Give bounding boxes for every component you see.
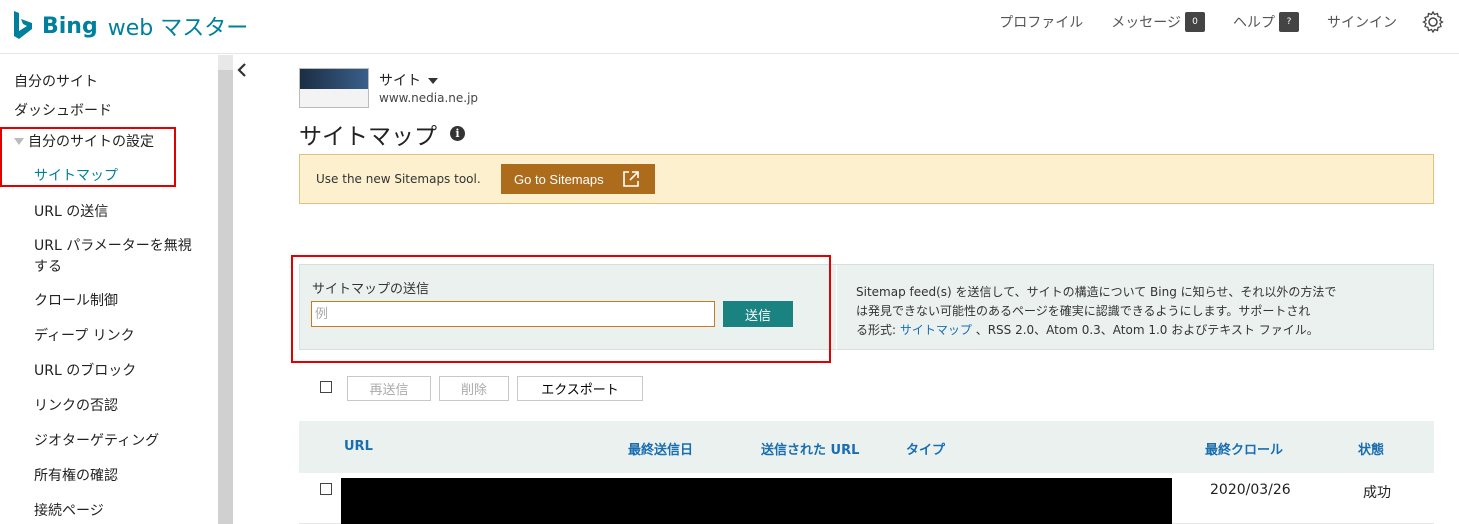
scrollbar-track-top[interactable] bbox=[218, 55, 233, 70]
column-last-submitted[interactable]: 最終送信日 bbox=[628, 439, 693, 458]
redacted-area bbox=[341, 478, 1172, 524]
nav-signin[interactable]: サインイン bbox=[1327, 12, 1397, 32]
delete-button[interactable]: 削除 bbox=[439, 376, 509, 401]
top-nav: プロファイル メッセージ 0 ヘルプ ? サインイン bbox=[971, 8, 1445, 36]
nav-profile[interactable]: プロファイル bbox=[999, 12, 1083, 32]
sidebar-item-crawl-control[interactable]: クロール制御 bbox=[34, 290, 118, 310]
top-header: Bing web マスター プロファイル メッセージ 0 ヘルプ ? サインイン bbox=[0, 0, 1459, 54]
sidebar-item-disavow-links[interactable]: リンクの否認 bbox=[34, 395, 118, 415]
brand-name: Bing bbox=[42, 13, 98, 39]
site-selector-label: サイト bbox=[379, 73, 421, 89]
nav-help-label: ヘルプ bbox=[1233, 15, 1275, 31]
table-row: 2020/03/26 成功 bbox=[299, 473, 1434, 524]
page-title: サイトマップ bbox=[299, 124, 437, 150]
sidebar-item-geo-targeting[interactable]: ジオターゲティング bbox=[34, 430, 159, 450]
panel-divider bbox=[836, 265, 837, 351]
messages-count-badge: 0 bbox=[1185, 12, 1205, 32]
export-button[interactable]: エクスポート bbox=[517, 376, 643, 401]
sidebar-scrollbar[interactable] bbox=[218, 55, 233, 524]
sidebar-item-ignore-url-params-cont[interactable]: する bbox=[34, 256, 62, 276]
row-checkbox[interactable] bbox=[320, 483, 332, 495]
column-status[interactable]: 状態 bbox=[1358, 439, 1384, 458]
row-last-crawl: 2020/03/26 bbox=[1210, 482, 1291, 498]
sidebar-item-deep-links[interactable]: ディープ リンク bbox=[34, 325, 135, 345]
submit-description-line-3-prefix: る形式: bbox=[856, 323, 900, 337]
gear-icon[interactable] bbox=[1421, 10, 1445, 34]
column-type[interactable]: タイプ bbox=[906, 439, 945, 458]
sidebar-item-ignore-url-params[interactable]: URL パラメーターを無視 bbox=[34, 235, 192, 255]
nav-help[interactable]: ヘルプ ? bbox=[1233, 12, 1299, 32]
sitemap-format-link[interactable]: サイトマップ bbox=[900, 323, 972, 337]
highlight-box-submit bbox=[291, 255, 831, 363]
row-status: 成功 bbox=[1363, 485, 1391, 501]
submit-description-line-2: は発見できない可能性のあるページを確実に認識できるようにします。サポートされ bbox=[856, 304, 1311, 318]
submit-description-line-1: Sitemap feed(s) を送信して、サイトの構造について Bing に知… bbox=[856, 285, 1337, 299]
nav-messages[interactable]: メッセージ 0 bbox=[1111, 12, 1205, 32]
caret-down-icon bbox=[428, 78, 439, 84]
product-name: web マスター bbox=[107, 16, 249, 41]
resend-button[interactable]: 再送信 bbox=[347, 376, 431, 401]
bing-logo[interactable]: Bing web マスター bbox=[12, 8, 248, 44]
external-link-icon bbox=[623, 171, 639, 187]
site-thumbnail bbox=[299, 68, 369, 108]
sidebar: 自分のサイト ダッシュボード 自分のサイトの設定 サイトマップ URL の送信 … bbox=[0, 55, 218, 524]
submit-description-line-3-suffix: 、RSS 2.0、Atom 0.3、Atom 1.0 およびテキスト ファイル。 bbox=[971, 323, 1319, 337]
go-to-sitemaps-label: Go to Sitemaps bbox=[514, 171, 604, 187]
nav-messages-label: メッセージ bbox=[1111, 15, 1181, 31]
sitemap-table-header: URL 最終送信日 送信された URL タイプ 最終クロール 状態 bbox=[299, 421, 1434, 473]
submit-description: Sitemap feed(s) を送信して、サイトの構造について Bing に知… bbox=[856, 283, 1416, 340]
sidebar-item-submit-url[interactable]: URL の送信 bbox=[34, 201, 108, 221]
sidebar-item-block-urls[interactable]: URL のブロック bbox=[34, 360, 136, 380]
help-badge: ? bbox=[1279, 12, 1299, 32]
select-all-checkbox[interactable] bbox=[320, 381, 332, 393]
column-submitted-urls[interactable]: 送信された URL bbox=[761, 439, 859, 458]
sidebar-item-dashboard[interactable]: ダッシュボード bbox=[14, 100, 112, 120]
info-icon[interactable]: i bbox=[450, 126, 465, 141]
sidebar-item-connected-pages[interactable]: 接続ページ bbox=[34, 500, 104, 520]
bing-b-icon bbox=[14, 11, 32, 39]
collapse-sidebar-icon[interactable] bbox=[236, 63, 248, 77]
sidebar-item-my-sites[interactable]: 自分のサイト bbox=[14, 71, 98, 91]
notice-text: Use the new Sitemaps tool. bbox=[316, 172, 481, 186]
sidebar-item-verify-ownership[interactable]: 所有権の確認 bbox=[34, 465, 118, 485]
go-to-sitemaps-button[interactable]: Go to Sitemaps bbox=[501, 164, 655, 194]
column-last-crawl[interactable]: 最終クロール bbox=[1205, 439, 1283, 458]
column-url[interactable]: URL bbox=[344, 439, 373, 454]
site-url: www.nedia.ne.jp bbox=[379, 91, 479, 105]
highlight-box-sidebar bbox=[0, 127, 176, 187]
site-selector[interactable]: サイト bbox=[379, 70, 439, 90]
new-tool-notice: Use the new Sitemaps tool. Go to Sitemap… bbox=[299, 154, 1434, 204]
